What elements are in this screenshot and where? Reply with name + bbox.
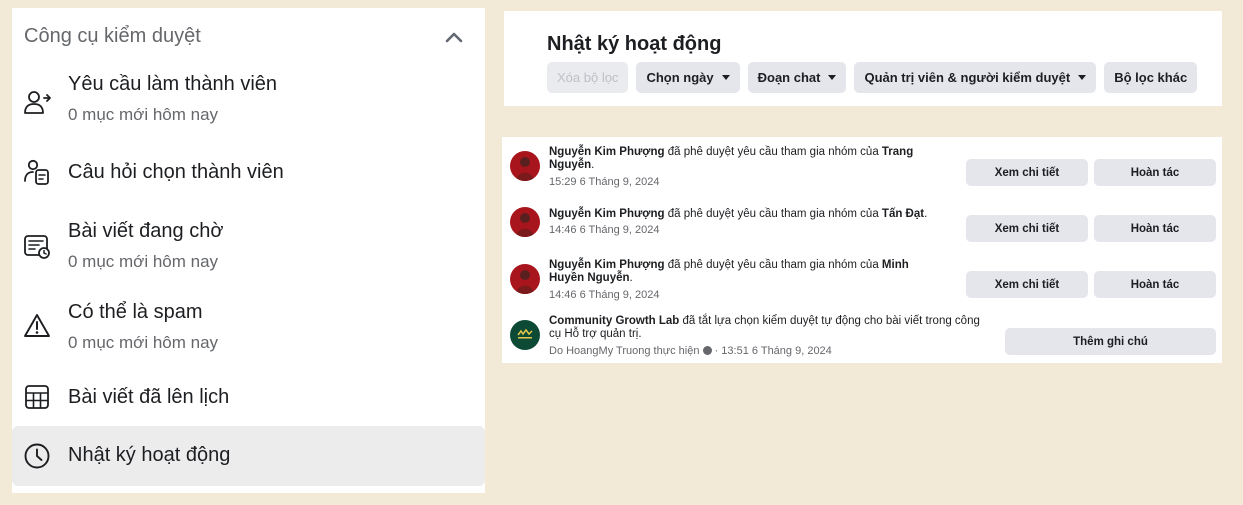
more-filters-label: Bộ lọc khác [1114,70,1188,85]
calendar-icon [25,385,49,409]
end-text: . [591,159,595,171]
log-entry: Nguyễn Kim Phượng đã phê duyệt yêu cầu t… [502,252,1222,308]
sidebar-item-label: Câu hỏi chọn thành viên [68,161,284,183]
log-entry: Nguyễn Kim Phượng đã phê duyệt yêu cầu t… [502,197,1222,249]
sidebar-item-scheduled-posts[interactable]: Bài viết đã lên lịch [12,377,485,421]
person-add-icon [24,91,51,114]
actor-name[interactable]: Nguyễn Kim Phượng [549,146,665,158]
clear-filters-label: Xóa bộ lọc [557,70,619,85]
date-filter-label: Chọn ngày [646,70,714,85]
sidebar-item-member-questions[interactable]: Câu hỏi chọn thành viên [12,152,485,196]
timestamp: 14:46 6 Tháng 9, 2024 [549,224,660,236]
undo-label: Hoàn tác [1130,278,1180,291]
activity-log-header: Nhật ký hoạt động Xóa bộ lọc Chọn ngày Đ… [504,11,1222,106]
view-details-button[interactable]: Xem chi tiết [966,271,1088,298]
clock-icon [24,443,50,469]
date-filter-button[interactable]: Chọn ngày [636,62,740,93]
info-icon[interactable] [702,346,712,355]
target-name[interactable]: Tấn Đạt [882,208,924,220]
avatar [510,207,540,237]
view-details-label: Xem chi tiết [994,166,1060,179]
sidebar-item-label: Yêu cầu làm thành viên [68,73,278,95]
undo-label: Hoàn tác [1130,222,1180,235]
moderation-tools-sidebar: Công cụ kiểm duyệt Yêu cầu làm thành viê… [12,8,485,493]
actor-name[interactable]: Nguyễn Kim Phượng [549,208,665,220]
log-entry-text: Nguyễn Kim Phượng đã phê duyệt yêu cầu t… [549,146,949,172]
log-entry-text: Nguyễn Kim Phượng đã phê duyệt yêu cầu t… [549,208,969,221]
chevron-up-icon[interactable] [442,26,466,50]
clear-filters-button[interactable]: Xóa bộ lọc [547,62,629,93]
sidebar-item-label: Bài viết đã lên lịch [68,386,230,408]
view-details-button[interactable]: Xem chi tiết [966,159,1088,186]
sidebar-item-label: Nhật ký hoạt động [68,444,231,466]
warning-icon [24,314,50,337]
end-text: . [924,208,928,220]
sidebar-item-subtitle: 0 mục mới hôm nay [68,333,219,352]
pending-posts-icon [24,235,50,259]
sidebar-item-subtitle: 0 mục mới hôm nay [68,105,219,124]
action-text: đã phê duyệt yêu cầu tham gia nhóm của [664,208,882,220]
admins-filter-button[interactable]: Quản trị viên & người kiểm duyệt [854,62,1097,93]
caret-down-icon [1078,75,1087,80]
end-text: . [629,272,633,284]
member-questions-icon [24,159,49,185]
community-logo-avatar [510,320,540,350]
chat-filter-button[interactable]: Đoạn chat [747,62,847,93]
section-title: Công cụ kiểm duyệt [24,25,201,47]
add-note-label: Thêm ghi chú [1073,335,1148,348]
sidebar-item-label: Có thể là spam [68,301,203,323]
sidebar-item-activity-log[interactable]: Nhật ký hoạt động [12,426,485,486]
actor-name[interactable]: Community Growth Lab [549,315,679,327]
sidebar-item-spam[interactable]: Có thể là spam 0 mục mới hôm nay [12,291,485,361]
undo-button[interactable]: Hoàn tác [1094,159,1216,186]
view-details-button[interactable]: Xem chi tiết [966,215,1088,242]
view-details-label: Xem chi tiết [994,278,1060,291]
undo-label: Hoàn tác [1130,166,1180,179]
avatar [510,151,540,181]
sidebar-item-subtitle: 0 mục mới hôm nay [68,252,219,271]
admins-filter-label: Quản trị viên & người kiểm duyệt [864,70,1071,85]
sidebar-item-pending-posts[interactable]: Bài viết đang chờ 0 mục mới hôm nay [12,211,485,281]
avatar [510,264,540,294]
entry-meta: Do HoangMy Truong thực hiện · 13:51 6 Th… [549,345,832,357]
caret-down-icon [721,75,730,80]
chat-filter-label: Đoạn chat [757,70,821,85]
page-title: Nhật ký hoạt động [547,33,722,55]
timestamp: 14:46 6 Tháng 9, 2024 [549,289,660,301]
undo-button[interactable]: Hoàn tác [1094,271,1216,298]
sidebar-item-label: Bài viết đang chờ [68,220,224,242]
log-entry-text: Nguyễn Kim Phượng đã phê duyệt yêu cầu t… [549,259,939,285]
performed-by: Do HoangMy Truong thực hiện [549,345,700,357]
actor-name[interactable]: Nguyễn Kim Phượng [549,259,665,271]
action-text: đã phê duyệt yêu cầu tham gia nhóm của [664,146,882,158]
timestamp: 15:29 6 Tháng 9, 2024 [549,176,660,188]
activity-log-list: Nguyễn Kim Phượng đã phê duyệt yêu cầu t… [502,137,1222,363]
action-text: đã phê duyệt yêu cầu tham gia nhóm của [664,259,882,271]
log-entry-text: Community Growth Lab đã tắt lựa chọn kiể… [549,315,989,341]
undo-button[interactable]: Hoàn tác [1094,215,1216,242]
caret-down-icon [828,75,837,80]
view-details-label: Xem chi tiết [994,222,1060,235]
sidebar-item-member-requests[interactable]: Yêu cầu làm thành viên 0 mục mới hôm nay [12,66,485,136]
more-filters-button[interactable]: Bộ lọc khác [1104,62,1198,93]
filter-bar: Xóa bộ lọc Chọn ngày Đoạn chat Quản trị … [547,62,1198,93]
add-note-button[interactable]: Thêm ghi chú [1005,328,1216,355]
timestamp: · 13:51 6 Tháng 9, 2024 [711,345,832,357]
log-entry: Community Growth Lab đã tắt lựa chọn kiể… [502,310,1222,363]
log-entry: Nguyễn Kim Phượng đã phê duyệt yêu cầu t… [502,137,1222,193]
